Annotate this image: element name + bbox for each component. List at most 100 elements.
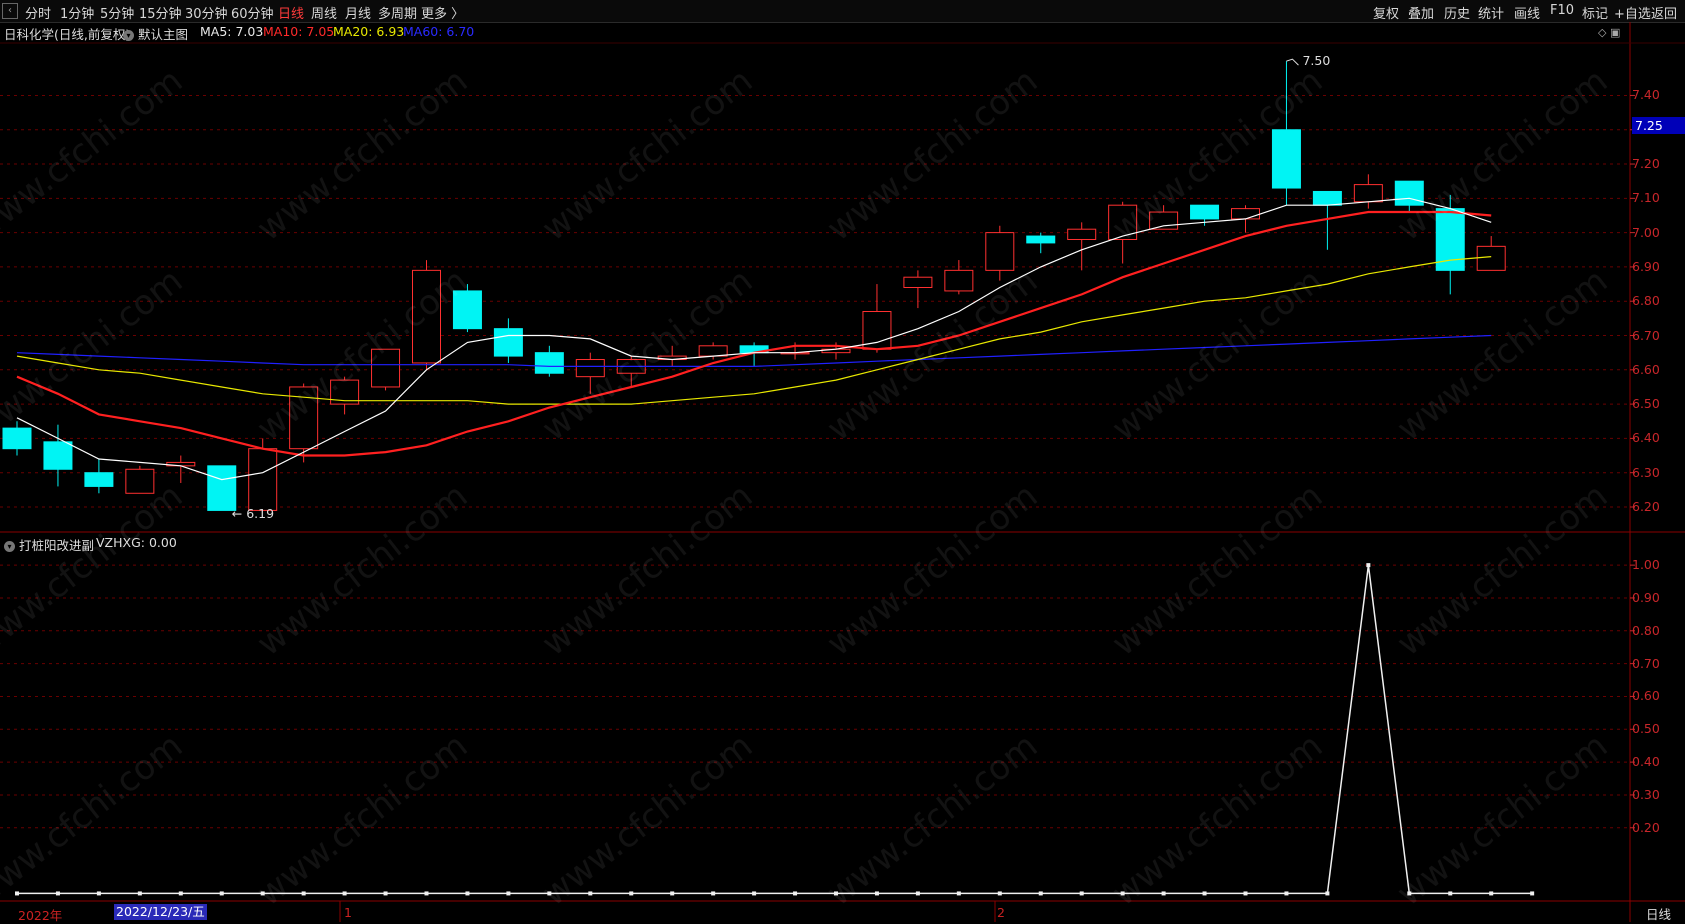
vzhxg-point: [178, 891, 183, 896]
candle-body: [493, 328, 523, 357]
ma5-line: [16, 197, 1492, 481]
indicator-tick-label-6: 0.80: [1632, 622, 1660, 638]
candle-body: [1435, 208, 1465, 271]
candle[interactable]: [1435, 194, 1465, 295]
indicator-tick-label-8: 1.00: [1632, 557, 1660, 573]
indicator-tick-label-1: 0.30: [1632, 786, 1660, 802]
vzhxg-point: [1038, 891, 1043, 896]
candle[interactable]: [534, 345, 564, 377]
high-marker: [1286, 58, 1299, 66]
vzhxg-point: [1325, 891, 1330, 896]
vzhxg-point: [711, 891, 716, 896]
vzhxg-point: [219, 891, 224, 896]
candle-body: [1353, 184, 1383, 203]
candle[interactable]: [1108, 201, 1138, 264]
indicator-tick-label-4: 0.60: [1632, 688, 1660, 704]
indicator-tick-label-5: 0.70: [1632, 655, 1660, 671]
indicator-tick-label-0: 0.20: [1632, 819, 1660, 835]
candle-body: [575, 359, 605, 378]
x-month-label-1: 1: [344, 905, 352, 920]
indicator-tick-label-7: 0.90: [1632, 589, 1660, 605]
price-tick-label-7: 6.90: [1632, 258, 1660, 274]
candle[interactable]: [493, 318, 523, 363]
candle[interactable]: [84, 458, 114, 494]
vzhxg-point: [424, 891, 429, 896]
candle-body: [1312, 190, 1342, 206]
vzhxg-point: [1161, 891, 1166, 896]
candle[interactable]: [371, 348, 401, 391]
candle-body: [1271, 129, 1301, 189]
candle[interactable]: [330, 376, 360, 415]
vzhxg-point: [1120, 891, 1125, 896]
ma20-line: [16, 256, 1492, 405]
vzhxg-point: [383, 891, 388, 896]
candle[interactable]: [125, 465, 155, 494]
indicator-tick-label-3: 0.50: [1632, 721, 1660, 737]
kline-chart[interactable]: [0, 0, 1685, 922]
candle-body: [412, 269, 441, 364]
candle-body: [944, 269, 974, 292]
vzhxg-point: [301, 891, 306, 896]
candle-body: [84, 472, 114, 487]
vzhxg-point: [588, 891, 593, 896]
candle[interactable]: [985, 225, 1015, 281]
candle[interactable]: [1026, 232, 1056, 254]
price-tick-label-6: 6.80: [1632, 293, 1660, 309]
vzhxg-point: [260, 891, 265, 896]
price-tick-label-12: 7.40: [1632, 87, 1660, 103]
candle[interactable]: [207, 465, 237, 511]
price-tick-label-2: 6.40: [1632, 430, 1660, 446]
candle[interactable]: [657, 345, 687, 367]
high-price-label: 7.50: [1302, 53, 1331, 69]
candle[interactable]: [1394, 180, 1424, 213]
price-tick-label-8: 7.00: [1632, 224, 1660, 240]
vzhxg-point: [547, 891, 552, 896]
vzhxg-point: [1489, 891, 1494, 896]
candle-body: [1394, 180, 1424, 206]
candle[interactable]: [1271, 61, 1301, 206]
vzhxg-point: [1243, 891, 1248, 896]
vzhxg-point: [793, 891, 798, 896]
candle[interactable]: [944, 260, 974, 295]
vzhxg-point: [956, 891, 961, 896]
candle-body: [1149, 211, 1179, 230]
candle[interactable]: [412, 260, 441, 370]
price-tick-label-0: 6.20: [1632, 498, 1660, 514]
candle[interactable]: [452, 284, 482, 333]
candle[interactable]: [903, 270, 933, 309]
candle[interactable]: [1353, 174, 1383, 209]
vzhxg-point: [137, 891, 142, 896]
price-tick-label-3: 6.50: [1632, 396, 1660, 412]
candle[interactable]: [2, 421, 32, 456]
vzhxg-point: [15, 891, 19, 896]
candle-body: [698, 345, 728, 357]
vzhxg-point: [874, 891, 879, 896]
vzhxg-point: [342, 891, 347, 896]
candle[interactable]: [575, 352, 605, 394]
candle[interactable]: [1476, 236, 1506, 271]
vzhxg-point: [752, 891, 757, 896]
vzhxg-point: [997, 891, 1002, 896]
candle-body: [43, 441, 73, 470]
vzhxg-point: [96, 891, 101, 896]
vzhxg-point: [915, 891, 920, 896]
candle-body: [248, 448, 278, 511]
indicator-tick-label-2: 0.40: [1632, 754, 1660, 770]
date-cursor-label: 2022/12/23/五: [114, 904, 207, 920]
candle[interactable]: [616, 356, 646, 387]
vzhxg-point: [1284, 891, 1289, 896]
candle-body: [125, 468, 155, 494]
vzhxg-point: [670, 891, 675, 896]
candle-body: [1476, 245, 1506, 271]
vzhxg-point: [465, 891, 470, 896]
low-price-label: ← 6.19: [231, 506, 275, 522]
price-tick-label-10: 7.20: [1632, 156, 1660, 172]
candle-body: [1108, 204, 1138, 240]
candle-body: [207, 465, 237, 511]
price-tick-label-9: 7.10: [1632, 190, 1660, 206]
candle[interactable]: [289, 383, 319, 463]
ma10-line: [16, 210, 1492, 457]
period-label: 日线: [1646, 907, 1672, 922]
candle-body: [371, 348, 401, 388]
price-tick-label-5: 6.70: [1632, 327, 1660, 343]
